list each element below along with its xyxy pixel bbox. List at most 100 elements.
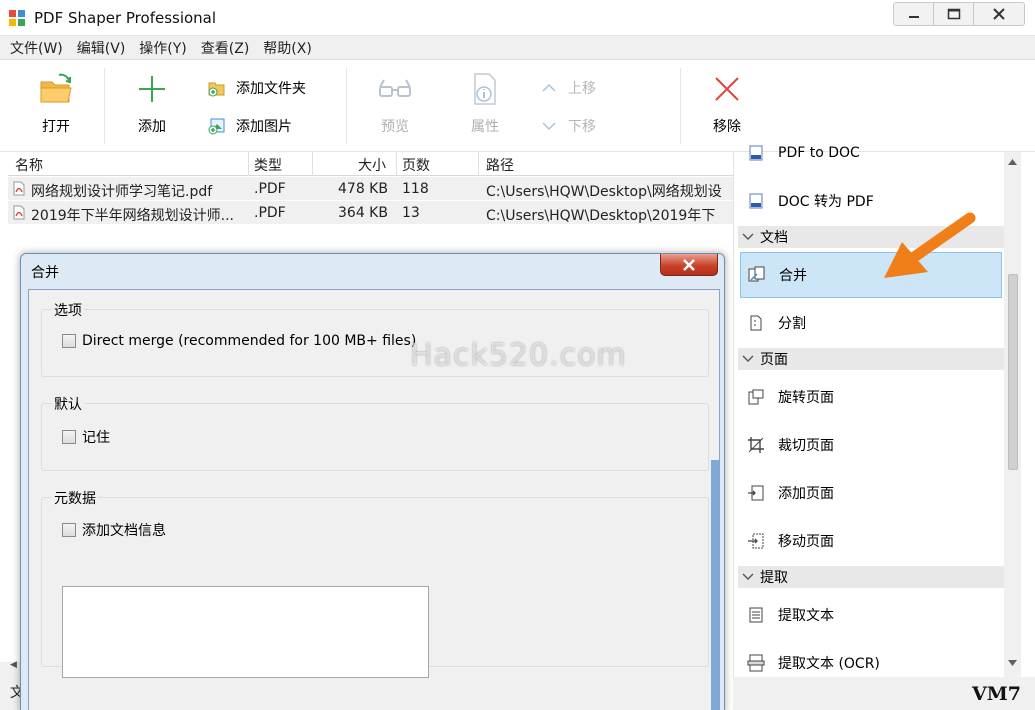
window-title: PDF Shaper Professional xyxy=(34,9,217,27)
add-doc-info-checkbox[interactable]: 添加文档信息 xyxy=(62,520,166,540)
section-page[interactable]: 页面 xyxy=(738,348,1004,370)
menu-operate[interactable]: 操作(Y) xyxy=(139,38,186,58)
move-down-button[interactable]: 下移 xyxy=(540,116,596,136)
preview-button[interactable]: 预览 xyxy=(370,60,420,152)
close-icon xyxy=(993,8,1005,20)
open-label: 打开 xyxy=(42,119,70,135)
menu-edit[interactable]: 编辑(V) xyxy=(77,38,126,58)
minimize-button[interactable] xyxy=(894,3,934,25)
move-up-button[interactable]: 上移 xyxy=(540,78,596,98)
checkbox-box[interactable] xyxy=(62,430,76,444)
maximize-button[interactable] xyxy=(934,3,974,25)
dialog-title: 合并 xyxy=(31,265,59,281)
task-label: PDF to DOC xyxy=(778,145,860,161)
add-page-icon xyxy=(748,485,764,501)
merge-dialog: 合并 选项 Direct merge (recommended for 100 … xyxy=(20,253,725,710)
chevron-up-icon xyxy=(542,83,556,92)
file-pages: 118 xyxy=(402,181,429,197)
menu-file[interactable]: 文件(W) xyxy=(10,38,63,58)
word-document-icon xyxy=(749,193,763,209)
dialog-scrollbar[interactable] xyxy=(711,460,719,710)
task-label: 提取文本 xyxy=(778,608,834,624)
add-image-icon xyxy=(208,118,225,135)
dialog-close-button[interactable] xyxy=(660,254,718,276)
chevron-down-icon xyxy=(742,355,754,362)
task-label: 添加页面 xyxy=(778,486,834,502)
table-row[interactable]: 网络规划设计师学习笔记.pdf .PDF 478 KB 118 C:\Users… xyxy=(8,177,733,201)
menu-bar: 文件(W) 编辑(V) 操作(Y) 查看(Z) 帮助(X) xyxy=(0,36,1035,60)
remove-x-icon xyxy=(715,77,739,101)
section-title: 文档 xyxy=(760,230,788,246)
table-row[interactable]: 2019年下半年网络规划设计师... .PDF 364 KB 13 C:\Use… xyxy=(8,201,733,225)
task-label: 裁切页面 xyxy=(778,438,834,454)
scrollbar-thumb[interactable] xyxy=(1008,274,1018,470)
scroll-down-icon[interactable] xyxy=(1007,657,1018,668)
task-panel-scrollbar[interactable] xyxy=(1004,152,1021,677)
open-button[interactable]: 打开 xyxy=(30,60,82,152)
close-button[interactable] xyxy=(974,3,1024,25)
file-size: 478 KB xyxy=(338,181,388,197)
task-extract-text[interactable]: 提取文本 xyxy=(740,592,1002,638)
metadata-textarea[interactable] xyxy=(62,586,429,678)
task-label: 分割 xyxy=(778,316,806,332)
checkbox-box[interactable] xyxy=(62,523,76,537)
task-split[interactable]: 分割 xyxy=(740,300,1002,346)
move-up-label: 上移 xyxy=(568,81,596,97)
column-name[interactable]: 名称 xyxy=(15,155,43,175)
menu-view[interactable]: 查看(Z) xyxy=(201,38,250,58)
column-divider xyxy=(396,152,397,176)
move-page-icon xyxy=(748,533,764,549)
add-image-button[interactable]: 添加图片 xyxy=(208,116,292,136)
section-title: 提取 xyxy=(760,570,788,586)
task-pdf-to-doc[interactable]: PDF to DOC xyxy=(740,130,1002,176)
file-pages: 13 xyxy=(402,205,420,221)
column-divider xyxy=(248,152,249,176)
file-type: .PDF xyxy=(254,205,286,221)
menu-help[interactable]: 帮助(X) xyxy=(263,38,312,58)
close-icon xyxy=(683,258,695,271)
add-label: 添加 xyxy=(138,119,166,135)
column-divider xyxy=(312,152,313,176)
file-name: 网络规划设计师学习笔记.pdf xyxy=(31,184,213,200)
task-crop-pages[interactable]: 裁切页面 xyxy=(740,422,1002,468)
properties-button[interactable]: 属性 xyxy=(460,60,510,152)
direct-merge-checkbox[interactable]: Direct merge (recommended for 100 MB+ fi… xyxy=(62,333,416,349)
task-label: 旋转页面 xyxy=(778,390,834,406)
text-document-icon xyxy=(749,607,763,623)
column-pages[interactable]: 页数 xyxy=(402,155,430,175)
task-rotate-pages[interactable]: 旋转页面 xyxy=(740,374,1002,420)
checkbox-label: 添加文档信息 xyxy=(82,523,166,539)
file-list-header: 名称 类型 大小 页数 路径 xyxy=(8,152,733,176)
add-folder-button[interactable]: 添加文件夹 xyxy=(208,78,306,98)
group-title: 默认 xyxy=(52,394,84,414)
file-path: C:\Users\HQW\Desktop\网络规划设 xyxy=(486,184,722,200)
task-move-pages[interactable]: 移动页面 xyxy=(740,518,1002,564)
title-bar: PDF Shaper Professional xyxy=(0,0,1035,36)
split-icon xyxy=(750,315,762,331)
scroll-left-icon[interactable]: ◀ xyxy=(10,660,17,670)
remove-label: 移除 xyxy=(713,119,741,135)
glasses-icon xyxy=(379,79,411,97)
scroll-up-icon[interactable] xyxy=(1007,156,1018,167)
column-type[interactable]: 类型 xyxy=(254,155,282,175)
toolbar-divider xyxy=(680,68,681,144)
add-button[interactable]: 添加 xyxy=(128,60,176,152)
section-extract[interactable]: 提取 xyxy=(738,566,1004,588)
column-path[interactable]: 路径 xyxy=(486,155,514,175)
properties-label: 属性 xyxy=(471,119,499,135)
add-folder-label: 添加文件夹 xyxy=(236,81,306,97)
remember-checkbox[interactable]: 记住 xyxy=(62,427,110,447)
toolbar-divider xyxy=(104,68,105,144)
toolbar-divider xyxy=(346,68,347,144)
column-size[interactable]: 大小 xyxy=(358,155,386,175)
file-size: 364 KB xyxy=(338,205,388,221)
task-add-pages[interactable]: 添加页面 xyxy=(740,470,1002,516)
chevron-down-icon xyxy=(742,233,754,240)
maximize-icon xyxy=(947,8,960,20)
task-label: DOC 转为 PDF xyxy=(778,194,874,210)
crop-icon xyxy=(748,437,764,453)
file-path: C:\Users\HQW\Desktop\2019年下 xyxy=(486,208,716,224)
checkbox-label: Direct merge (recommended for 100 MB+ fi… xyxy=(82,333,417,349)
checkbox-box[interactable] xyxy=(62,334,76,348)
task-label: 移动页面 xyxy=(778,534,834,550)
